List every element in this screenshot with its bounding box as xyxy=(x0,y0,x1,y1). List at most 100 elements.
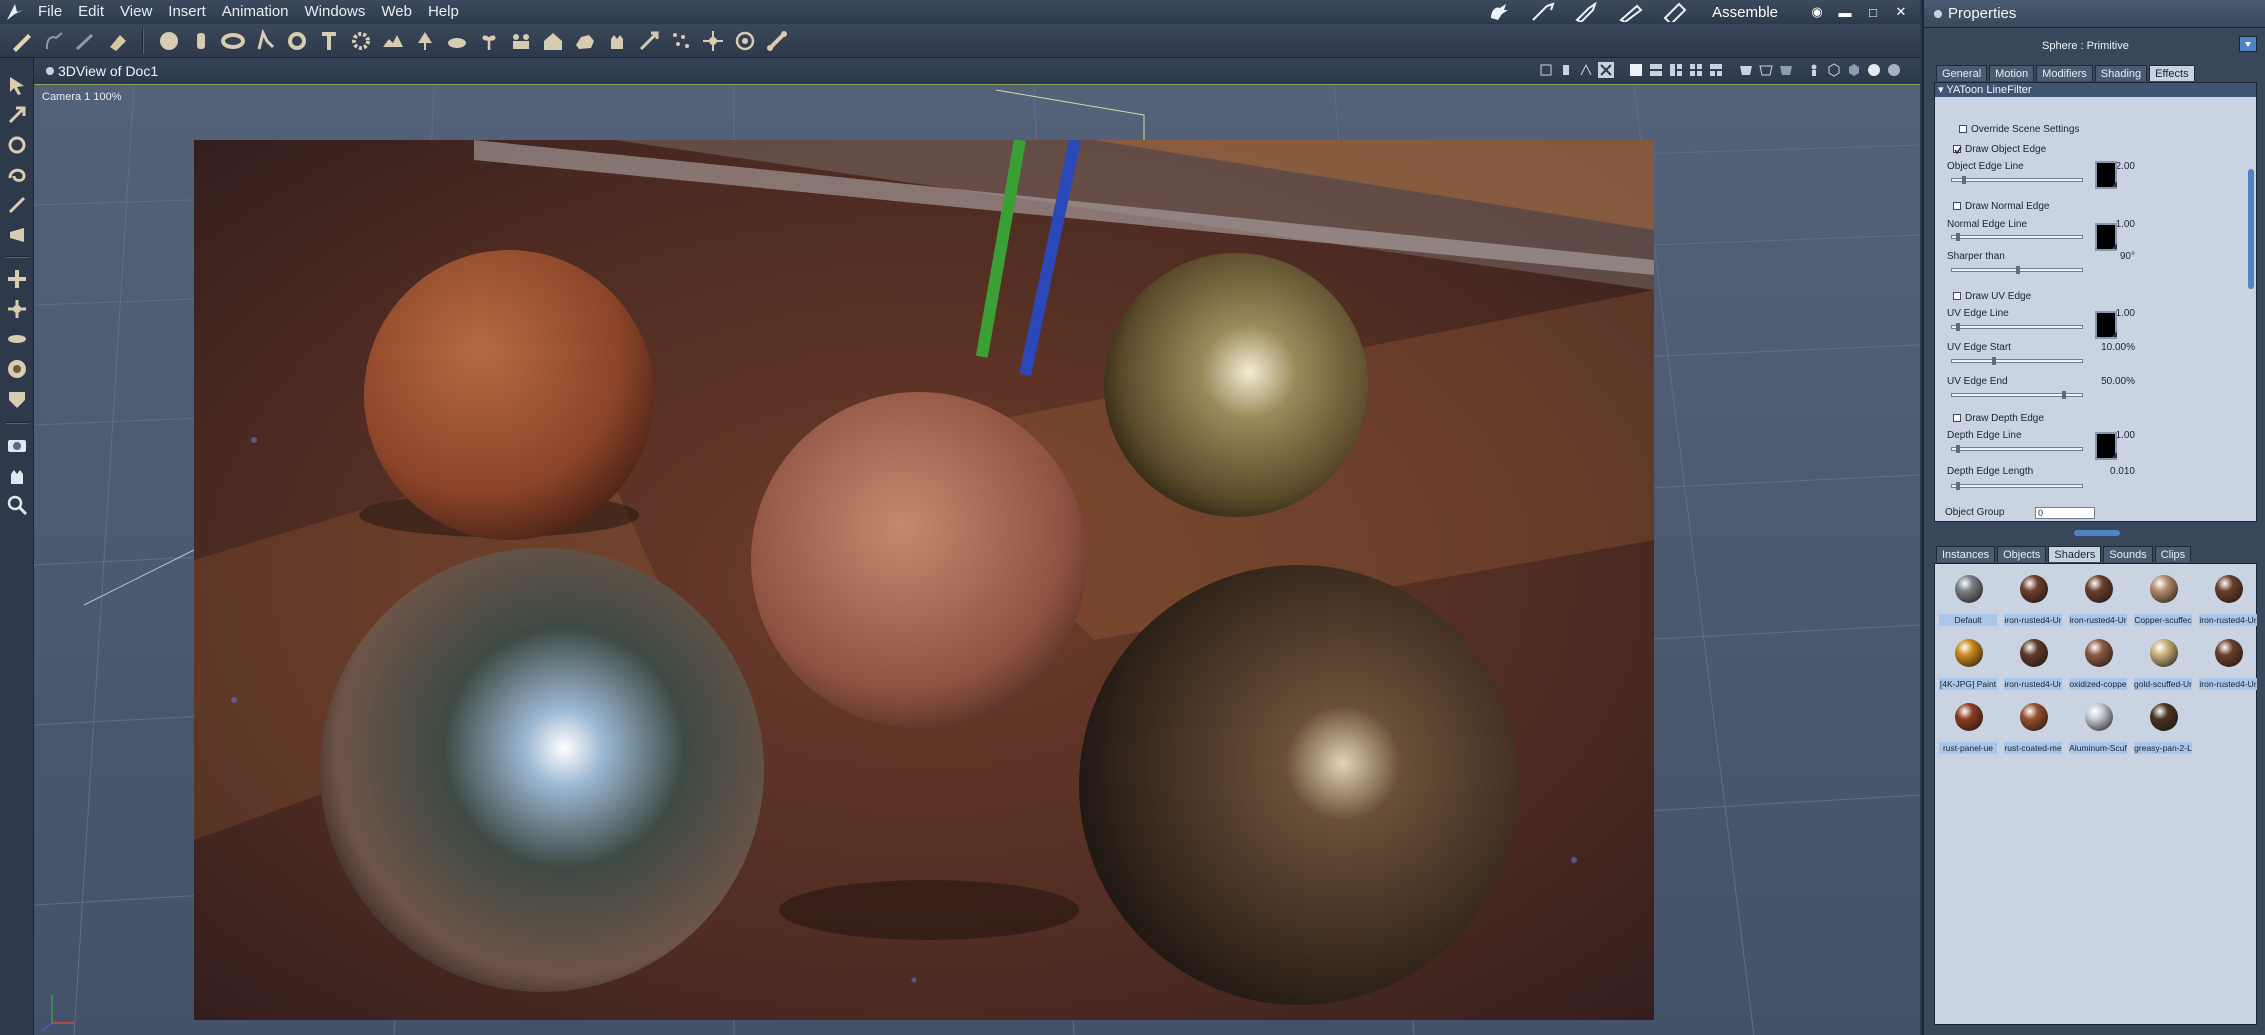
uv-edge-start-slider[interactable] xyxy=(1951,357,2083,365)
shader-swatch[interactable]: iron-rusted4-Ur xyxy=(2199,632,2257,692)
object-edge-color-swatch[interactable] xyxy=(2095,161,2117,189)
crowd-icon[interactable] xyxy=(507,27,534,54)
tab-shaders[interactable]: Shaders xyxy=(2048,546,2102,562)
menu-edit[interactable]: Edit xyxy=(70,0,112,24)
torus-primitive-icon[interactable] xyxy=(219,27,246,54)
shader-swatch[interactable]: greasy-pan-2-L xyxy=(2134,696,2192,756)
gear-icon[interactable] xyxy=(347,27,374,54)
draw-depth-edge-checkbox[interactable] xyxy=(1953,414,1961,422)
menu-file[interactable]: File xyxy=(30,0,70,24)
view-option-icon[interactable] xyxy=(1598,62,1614,78)
wireframe-cube-icon[interactable] xyxy=(1826,62,1842,78)
tab-objects[interactable]: Objects xyxy=(1997,546,2047,562)
tab-motion[interactable]: Motion xyxy=(1989,65,2035,81)
shader-swatch[interactable]: iron-rusted4-Ur xyxy=(2069,568,2127,628)
object-select-button[interactable] xyxy=(2239,36,2257,52)
3d-viewport[interactable]: Camera 1 100% xyxy=(34,84,1920,1035)
figure-icon[interactable] xyxy=(251,27,278,54)
layout-three-icon[interactable] xyxy=(1668,62,1684,78)
eye-icon[interactable]: ◉ xyxy=(1808,4,1826,20)
view-option-icon[interactable] xyxy=(1558,62,1574,78)
camera-icon[interactable] xyxy=(4,432,30,458)
ring-primitive-icon[interactable] xyxy=(283,27,310,54)
tab-effects[interactable]: Effects xyxy=(2149,65,2195,81)
render-mode-icon[interactable] xyxy=(1738,62,1754,78)
panel-dot-icon[interactable] xyxy=(46,66,54,75)
figure-display-icon[interactable] xyxy=(1806,62,1822,78)
section-header[interactable]: ▾ YAToon LineFilter xyxy=(1935,83,2256,97)
layout-quad-icon[interactable] xyxy=(1688,62,1704,78)
menu-animation[interactable]: Animation xyxy=(214,0,297,24)
shader-swatch[interactable]: gold-scuffed-Ur xyxy=(2134,632,2192,692)
twist-icon[interactable] xyxy=(4,162,30,188)
bone-icon[interactable] xyxy=(763,27,790,54)
menu-view[interactable]: View xyxy=(112,0,160,24)
cloud-icon[interactable] xyxy=(443,27,470,54)
smooth-sphere-icon[interactable] xyxy=(1866,62,1882,78)
tab-modifiers[interactable]: Modifiers xyxy=(2036,65,2093,81)
shader-swatch[interactable]: iron-rusted4-Ur xyxy=(2004,632,2062,692)
translate-xz-icon[interactable] xyxy=(4,296,30,322)
tab-clips[interactable]: Clips xyxy=(2154,546,2192,562)
draw-uv-edge-checkbox[interactable] xyxy=(1953,292,1961,300)
textured-sphere-icon[interactable] xyxy=(1886,62,1902,78)
render-mode-icon[interactable] xyxy=(1778,62,1794,78)
menu-web[interactable]: Web xyxy=(373,0,420,24)
menu-insert[interactable]: Insert xyxy=(160,0,214,24)
menu-windows[interactable]: Windows xyxy=(297,0,374,24)
cylinder-primitive-icon[interactable] xyxy=(187,27,214,54)
object-edge-line-slider[interactable] xyxy=(1951,176,2083,184)
ruler-tool-icon[interactable] xyxy=(1658,1,1692,23)
draw-object-edge-checkbox[interactable] xyxy=(1953,145,1962,155)
normal-edge-line-slider[interactable] xyxy=(1951,233,2083,241)
shield-icon[interactable] xyxy=(4,386,30,412)
tab-instances[interactable]: Instances xyxy=(1936,546,1996,562)
rotate-icon[interactable] xyxy=(4,132,30,158)
shader-swatch[interactable]: [4K-JPG] Paint xyxy=(1939,632,1997,692)
eraser-tool-icon[interactable] xyxy=(104,27,131,54)
panel-splitter-handle[interactable] xyxy=(2074,530,2120,536)
pen-tool-icon[interactable] xyxy=(1570,1,1604,23)
uv-edge-color-swatch[interactable] xyxy=(2095,311,2117,339)
particles-icon[interactable] xyxy=(667,27,694,54)
draw-normal-edge-checkbox[interactable] xyxy=(1953,202,1961,210)
brush-tool-icon[interactable] xyxy=(72,27,99,54)
object-group-input[interactable] xyxy=(2035,507,2095,519)
terrain-icon[interactable] xyxy=(379,27,406,54)
layout-split-icon[interactable] xyxy=(1648,62,1664,78)
house-icon[interactable] xyxy=(539,27,566,54)
layout-single-icon[interactable] xyxy=(1628,62,1644,78)
rock-icon[interactable] xyxy=(571,27,598,54)
maximize-icon[interactable]: □ xyxy=(1864,5,1882,20)
minimize-icon[interactable]: ▬ xyxy=(1836,5,1854,20)
depth-edge-line-slider[interactable] xyxy=(1951,445,2083,453)
uv-edge-end-slider[interactable] xyxy=(1951,391,2083,399)
shader-swatch[interactable]: Copper-scuffec xyxy=(2134,568,2192,628)
sphere-primitive-icon[interactable] xyxy=(155,27,182,54)
pan-hand-icon[interactable] xyxy=(4,462,30,488)
brush-tool-icon[interactable] xyxy=(1526,1,1560,23)
hand-glove-icon[interactable] xyxy=(1482,1,1516,23)
depth-edge-color-swatch[interactable] xyxy=(2095,432,2117,460)
target-icon[interactable] xyxy=(731,27,758,54)
panel-dot-icon[interactable] xyxy=(1934,9,1942,18)
hand-icon[interactable] xyxy=(603,27,630,54)
shader-swatch[interactable]: rust-panel-ue xyxy=(1939,696,1997,756)
molecule-icon[interactable] xyxy=(699,27,726,54)
plant-icon[interactable] xyxy=(475,27,502,54)
layout-four-icon[interactable] xyxy=(1708,62,1724,78)
shader-swatch[interactable]: iron-rusted4-Ur xyxy=(2004,568,2062,628)
view-option-icon[interactable] xyxy=(1578,62,1594,78)
hidden-line-cube-icon[interactable] xyxy=(1846,62,1862,78)
modeling-tool-icon[interactable] xyxy=(8,27,35,54)
sharper-than-slider[interactable] xyxy=(1951,266,2083,274)
tree-icon[interactable] xyxy=(411,27,438,54)
tab-sounds[interactable]: Sounds xyxy=(2103,546,2153,562)
tab-general[interactable]: General xyxy=(1936,65,1988,81)
shader-swatch[interactable]: rust-coated-me xyxy=(2004,696,2062,756)
override-scene-settings-checkbox[interactable] xyxy=(1959,125,1967,133)
normal-edge-color-swatch[interactable] xyxy=(2095,223,2117,251)
grab-tool-icon[interactable] xyxy=(40,27,67,54)
move-arrow-icon[interactable] xyxy=(4,102,30,128)
scale-3d-icon[interactable] xyxy=(4,326,30,352)
